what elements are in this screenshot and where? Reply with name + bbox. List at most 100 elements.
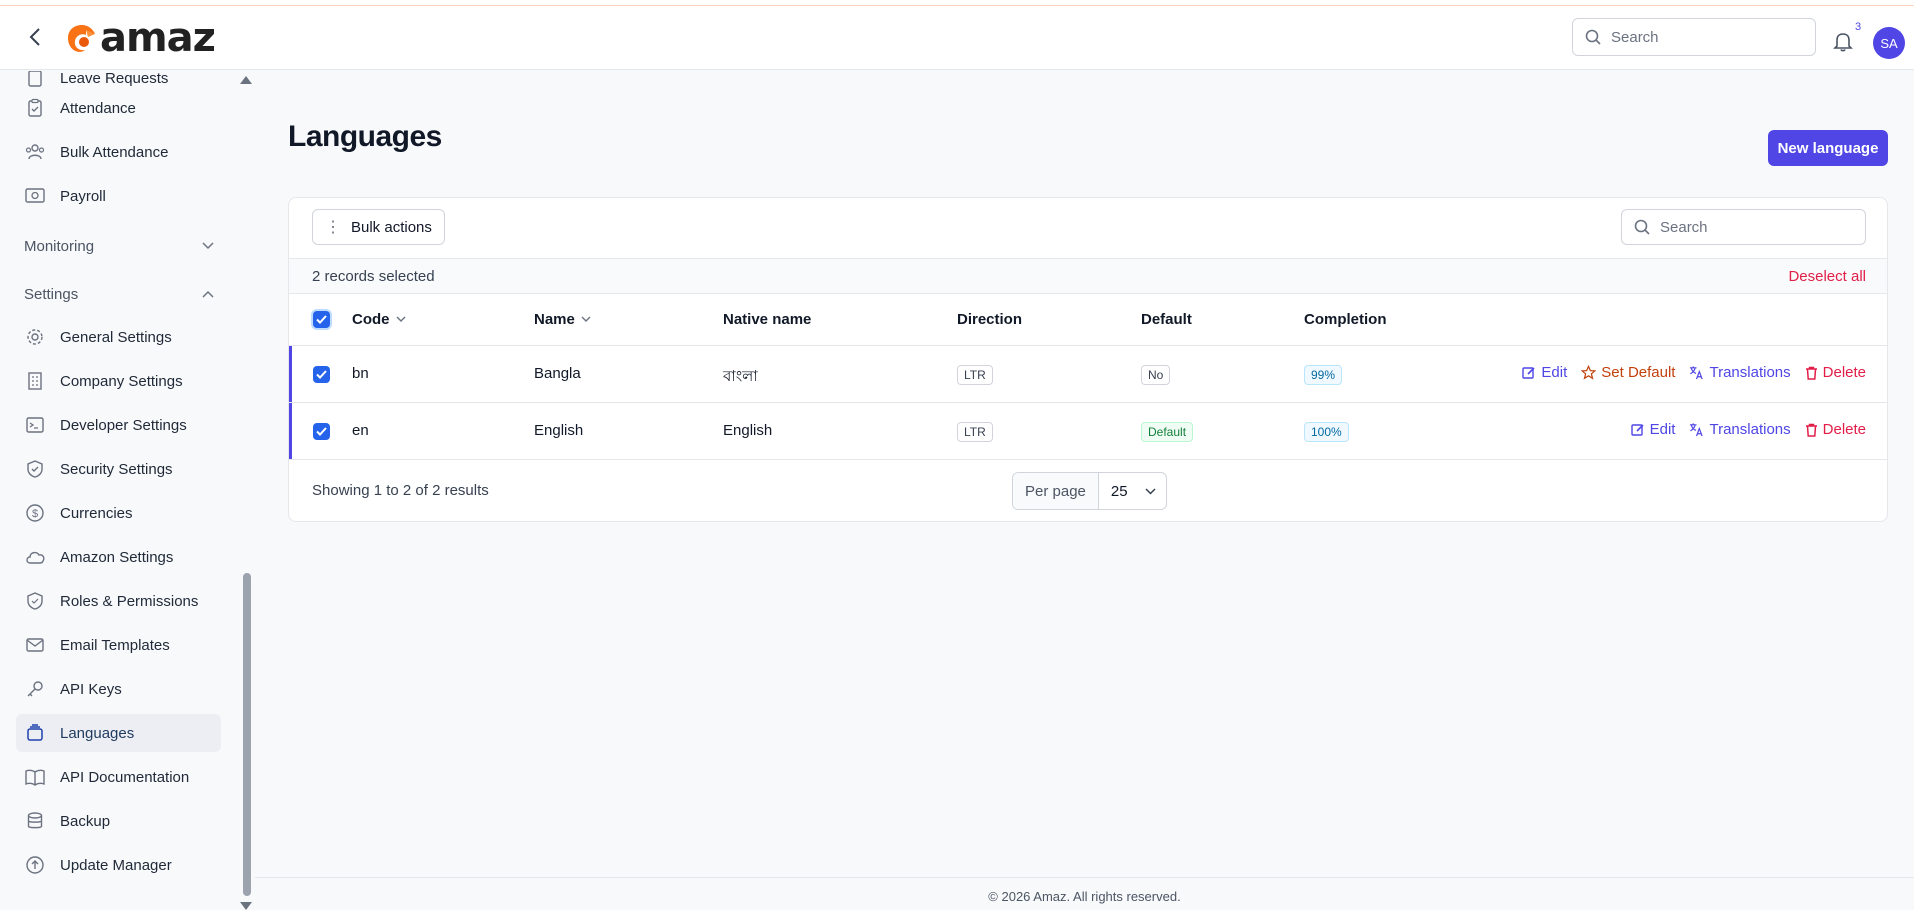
cloud-icon <box>24 546 46 568</box>
scroll-down-arrow[interactable] <box>240 902 252 910</box>
svg-text:$: $ <box>32 508 38 520</box>
star-icon <box>1581 365 1597 380</box>
sidebar-item-update-manager[interactable]: Update Manager <box>16 846 221 884</box>
top-bar: amaz 3 SA <box>0 6 1914 70</box>
sidebar-item-developer-settings[interactable]: Developer Settings <box>16 406 221 444</box>
sidebar-item-backup[interactable]: Backup <box>16 802 221 840</box>
sidebar-item-amazon-settings[interactable]: Amazon Settings <box>16 538 221 576</box>
vertical-dots-icon: ⋮ <box>325 219 341 236</box>
table-footer: Showing 1 to 2 of 2 results Per page 25 <box>289 460 1887 521</box>
bulk-actions-button[interactable]: ⋮ Bulk actions <box>312 209 445 245</box>
per-page-value[interactable]: 25 <box>1099 483 1166 500</box>
table-header: Code Name Native name Direction Default … <box>289 294 1887 346</box>
edit-button[interactable]: Edit <box>1522 364 1567 381</box>
direction-badge: LTR <box>957 365 993 385</box>
search-icon <box>1634 219 1650 235</box>
key-icon <box>24 678 46 700</box>
trash-icon <box>1805 366 1817 380</box>
delete-button[interactable]: Delete <box>1805 421 1866 438</box>
cell-native-name: English <box>723 422 773 439</box>
sidebar-item-email-templates[interactable]: Email Templates <box>16 626 221 664</box>
table-row[interactable]: bn Bangla বাংলা LTR No 99% Edit Set Defa… <box>289 346 1887 403</box>
sidebar-item-roles-permissions[interactable]: Roles & Permissions <box>16 582 221 620</box>
sidebar-item-general-settings[interactable]: General Settings <box>16 318 221 356</box>
cell-code: bn <box>352 365 369 382</box>
select-all-checkbox[interactable] <box>313 311 330 328</box>
global-search[interactable] <box>1572 18 1816 56</box>
avatar[interactable]: SA <box>1873 27 1905 59</box>
gear-icon <box>24 326 46 348</box>
sidebar-item-bulk-attendance[interactable]: Bulk Attendance <box>16 133 221 171</box>
table-search[interactable] <box>1621 209 1866 245</box>
check-icon <box>316 427 327 436</box>
global-search-input[interactable] <box>1611 28 1791 46</box>
default-badge: No <box>1141 365 1171 385</box>
check-icon <box>316 315 327 324</box>
id-card-icon <box>24 185 46 207</box>
sidebar-group-monitoring[interactable]: Monitoring <box>24 231 214 261</box>
users-icon <box>24 141 46 163</box>
per-page-label: Per page <box>1013 473 1099 509</box>
column-direction: Direction <box>957 311 1023 328</box>
logo[interactable]: amaz <box>62 15 216 61</box>
copyright-text: © 2026 Amaz. All rights reserved. <box>988 889 1181 904</box>
sidebar-scroll-thumb[interactable] <box>243 573 251 896</box>
building-icon <box>24 370 46 392</box>
shield-icon <box>24 590 46 612</box>
table-search-input[interactable] <box>1660 218 1840 236</box>
cell-native-name: বাংলা <box>723 368 758 385</box>
sidebar-item-attendance[interactable]: Attendance <box>16 89 221 127</box>
arrow-up-circle-icon <box>24 854 46 876</box>
cell-name: Bangla <box>534 365 581 382</box>
sidebar-item-security-settings[interactable]: Security Settings <box>16 450 221 488</box>
pagination-summary: Showing 1 to 2 of 2 results <box>312 482 489 499</box>
table-row[interactable]: en English English LTR Default 100% Edit… <box>289 403 1887 460</box>
bell-icon[interactable] <box>1832 30 1854 52</box>
selection-bar: 2 records selected Deselect all <box>289 258 1887 294</box>
translations-button[interactable]: Translations <box>1689 364 1791 381</box>
sort-chevron-icon <box>396 316 405 322</box>
new-language-button[interactable]: New language <box>1768 130 1888 166</box>
scroll-up-arrow[interactable] <box>240 76 252 84</box>
chevron-down-icon <box>1145 487 1156 495</box>
dollar-circle-icon: $ <box>24 502 46 524</box>
row-checkbox[interactable] <box>313 366 330 383</box>
selected-count: 2 records selected <box>312 268 435 285</box>
sidebar-group-settings[interactable]: Settings <box>24 279 214 309</box>
logo-text: amaz <box>100 15 216 61</box>
sidebar: Leave Requests Attendance Bulk Attendanc… <box>0 71 255 910</box>
column-name[interactable]: Name <box>534 311 591 328</box>
translate-icon <box>1690 423 1704 437</box>
row-checkbox[interactable] <box>313 423 330 440</box>
direction-badge: LTR <box>957 422 993 442</box>
deselect-all-link[interactable]: Deselect all <box>1788 268 1866 285</box>
completion-badge: 99% <box>1304 365 1343 385</box>
column-code[interactable]: Code <box>352 311 406 328</box>
translate-icon <box>1690 366 1704 380</box>
sidebar-item-api-keys[interactable]: API Keys <box>16 670 221 708</box>
default-badge: Default <box>1141 422 1194 442</box>
page-footer: © 2026 Amaz. All rights reserved. <box>255 877 1914 910</box>
terminal-icon <box>24 414 46 436</box>
cell-name: English <box>534 422 584 439</box>
edit-icon <box>1522 366 1535 379</box>
set-default-button[interactable]: Set Default <box>1581 364 1675 381</box>
sidebar-item-payroll[interactable]: Payroll <box>16 177 221 215</box>
back-button[interactable] <box>24 26 46 48</box>
edit-button[interactable]: Edit <box>1630 421 1675 438</box>
languages-table-card: ⋮ Bulk actions 2 records selected Desele… <box>288 197 1888 522</box>
delete-button[interactable]: Delete <box>1805 364 1866 381</box>
sort-chevron-icon <box>581 316 591 322</box>
translations-button[interactable]: Translations <box>1689 421 1791 438</box>
envelope-icon <box>24 634 46 656</box>
sidebar-item-languages[interactable]: Languages <box>16 714 221 752</box>
chevron-left-icon <box>29 28 40 46</box>
sidebar-item-currencies[interactable]: $ Currencies <box>16 494 221 532</box>
notification-count: 3 <box>1855 21 1862 33</box>
sidebar-item-api-documentation[interactable]: API Documentation <box>16 758 221 796</box>
per-page-select[interactable]: Per page 25 <box>1012 472 1167 510</box>
check-icon <box>316 370 327 379</box>
sidebar-item-company-settings[interactable]: Company Settings <box>16 362 221 400</box>
row-actions: Edit Translations Delete <box>1630 421 1866 438</box>
clipboard-check-icon <box>24 97 46 119</box>
